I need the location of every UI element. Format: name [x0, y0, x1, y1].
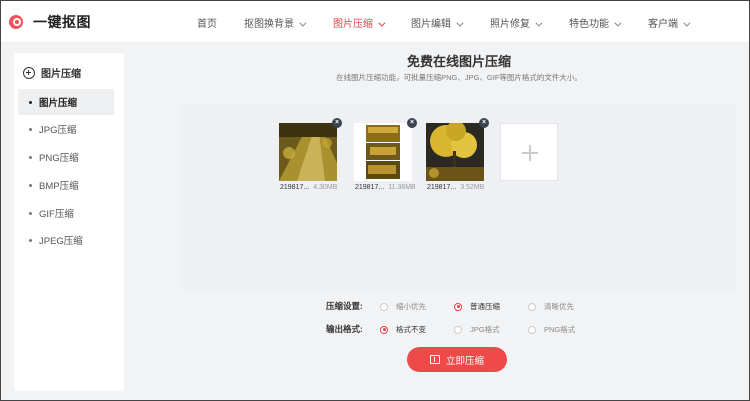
- nav-item-home[interactable]: 首页: [197, 15, 217, 30]
- output-format-label: 输出格式:: [326, 324, 363, 334]
- compress-button-label: 立即压缩: [445, 355, 484, 367]
- ginkgo-collage-photo: [354, 123, 412, 181]
- compress-now-button[interactable]: 立即压缩: [407, 347, 507, 372]
- radio-clarity-first[interactable]: 清晰优先: [528, 301, 574, 312]
- remove-file-icon[interactable]: ×: [332, 118, 342, 128]
- nav-label: 特色功能: [569, 19, 609, 30]
- sidebar-item-label: GIF压缩: [39, 209, 74, 220]
- remove-file-icon[interactable]: ×: [479, 118, 489, 128]
- bullet-icon: [29, 155, 32, 159]
- file-caption: 219817... 3.52MB: [427, 184, 484, 191]
- page-subtitle: 在线图片压缩功能，可批量压缩PNG、JPG、GIF等图片格式的文件大小。: [336, 73, 582, 82]
- plus-icon: [529, 145, 531, 161]
- radio-icon: [454, 302, 462, 311]
- radio-icon: [528, 325, 536, 334]
- logo-text: 一键抠图: [33, 14, 91, 30]
- chevron-down-icon: [683, 19, 691, 27]
- nav-label: 客户端: [648, 19, 678, 30]
- remove-file-icon[interactable]: ×: [407, 118, 417, 128]
- radio-label: 格式不变: [396, 325, 426, 334]
- bullet-icon: [29, 183, 32, 187]
- nav-item-repair[interactable]: 照片修复: [490, 15, 543, 30]
- sidebar-item-jpeg[interactable]: JPEG压缩: [18, 227, 114, 253]
- chevron-down-icon: [614, 19, 622, 27]
- upload-area[interactable]: × 219817... 4.30MB × 219817... 11.38MB ×…: [180, 103, 736, 290]
- bullet-icon: [29, 127, 32, 131]
- radio-label: 缩小优先: [396, 302, 426, 311]
- sidebar-item-image-compress[interactable]: 图片压缩: [18, 89, 114, 115]
- chevron-down-icon: [456, 19, 464, 27]
- nav-item-cutout[interactable]: 抠图换背景: [244, 15, 307, 30]
- sidebar-item-label: PNG压缩: [39, 153, 79, 164]
- logo[interactable]: 一键抠图: [9, 13, 91, 31]
- bullet-icon: [29, 238, 32, 242]
- page-title: 免费在线图片压缩: [406, 54, 511, 69]
- file-thumb[interactable]: ×: [279, 118, 342, 181]
- radio-png-format[interactable]: PNG格式: [528, 324, 575, 335]
- nav-item-compress[interactable]: 图片压缩: [333, 15, 386, 30]
- file-size: 3.52MB: [460, 184, 485, 191]
- radio-icon: [454, 325, 462, 334]
- radio-normal-compress[interactable]: 普通压缩: [454, 301, 500, 312]
- nav-label: 首页: [197, 19, 217, 30]
- ginkgo-tree-photo: [426, 121, 484, 181]
- radio-icon: [380, 302, 388, 311]
- file-size: 4.30MB: [313, 184, 338, 191]
- file-caption: 219817... 4.30MB: [280, 184, 337, 191]
- chevron-down-icon: [535, 19, 543, 27]
- file-thumb[interactable]: ×: [426, 118, 489, 181]
- add-image-button[interactable]: [500, 123, 558, 181]
- sidebar-item-label: JPEG压缩: [39, 236, 83, 247]
- file-caption: 219817... 11.38MB: [355, 184, 416, 191]
- nav-item-features[interactable]: 特色功能: [569, 15, 622, 30]
- radio-label: 普通压缩: [470, 302, 500, 311]
- chevron-down-icon: [378, 19, 386, 27]
- nav-item-edit[interactable]: 图片编辑: [411, 15, 464, 30]
- chevron-down-icon: [299, 19, 307, 27]
- nav-label: 图片压缩: [333, 19, 373, 30]
- radio-label: JPG格式: [470, 325, 500, 334]
- sidebar-item-gif[interactable]: GIF压缩: [18, 200, 114, 226]
- nav-label: 抠图换背景: [244, 19, 294, 30]
- file-name: 219817...: [427, 184, 457, 191]
- radio-label: 清晰优先: [544, 302, 574, 311]
- nav-label: 照片修复: [490, 19, 530, 30]
- sidebar-item-png[interactable]: PNG压缩: [18, 144, 114, 170]
- radio-jpg-format[interactable]: JPG格式: [454, 324, 500, 335]
- sidebar-item-bmp[interactable]: BMP压缩: [18, 172, 114, 198]
- file-name: 219817...: [355, 184, 385, 191]
- bullet-icon: [29, 100, 32, 104]
- nav-label: 图片编辑: [411, 19, 451, 30]
- radio-icon: [528, 302, 536, 311]
- sidebar-title-label: 图片压缩: [41, 69, 81, 80]
- sidebar-title: 图片压缩: [23, 65, 81, 80]
- sidebar-item-label: BMP压缩: [39, 181, 79, 192]
- bullet-icon: [29, 211, 32, 215]
- radio-label: PNG格式: [544, 325, 576, 334]
- file-thumb[interactable]: ×: [354, 118, 417, 181]
- nav-item-client[interactable]: 客户端: [648, 15, 691, 30]
- logo-icon: [9, 13, 27, 31]
- sidebar-item-jpg[interactable]: JPG压缩: [18, 116, 114, 142]
- radio-keep-format[interactable]: 格式不变: [380, 324, 426, 335]
- sidebar-item-label: 图片压缩: [39, 98, 78, 109]
- top-header: 一键抠图 首页 抠图换背景 图片压缩 图片编辑 照片修复 特色功能 客户端: [1, 1, 749, 43]
- radio-smallest-first[interactable]: 缩小优先: [380, 301, 426, 312]
- sidebar: 图片压缩 图片压缩 JPG压缩 PNG压缩 BMP压缩 GIF压缩 JPEG压缩: [14, 53, 124, 391]
- compress-icon: [429, 355, 440, 364]
- compress-icon: [23, 66, 35, 79]
- file-name: 219817...: [280, 184, 310, 191]
- file-size: 11.38MB: [388, 184, 416, 191]
- compression-settings-label: 压缩设置:: [326, 301, 363, 311]
- sidebar-item-label: JPG压缩: [39, 125, 77, 136]
- radio-icon: [380, 325, 388, 334]
- ginkgo-path-photo: [279, 123, 337, 181]
